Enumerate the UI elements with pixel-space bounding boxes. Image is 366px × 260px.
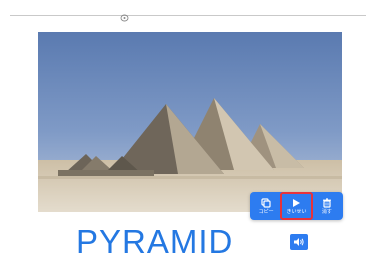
speaker-icon — [294, 238, 304, 246]
play-icon — [293, 198, 301, 207]
card-word-title: PYRAMID — [76, 223, 234, 260]
speaker-button[interactable] — [290, 234, 308, 250]
pyramids-photo[interactable] — [38, 32, 342, 212]
play-button[interactable]: きいせい — [280, 192, 313, 220]
play-label: きいせい — [286, 208, 307, 215]
mouse-cursor-icon — [120, 14, 129, 22]
card-action-toolbar: コピー きいせい 消す — [250, 192, 343, 220]
delete-button[interactable]: 消す — [313, 192, 341, 220]
copy-label: コピー — [258, 208, 274, 215]
pyramids-illustration — [38, 32, 342, 212]
copy-icon — [261, 197, 271, 208]
trash-icon — [322, 197, 331, 208]
top-divider — [10, 15, 366, 16]
delete-label: 消す — [321, 208, 332, 215]
copy-button[interactable]: コピー — [252, 192, 280, 220]
